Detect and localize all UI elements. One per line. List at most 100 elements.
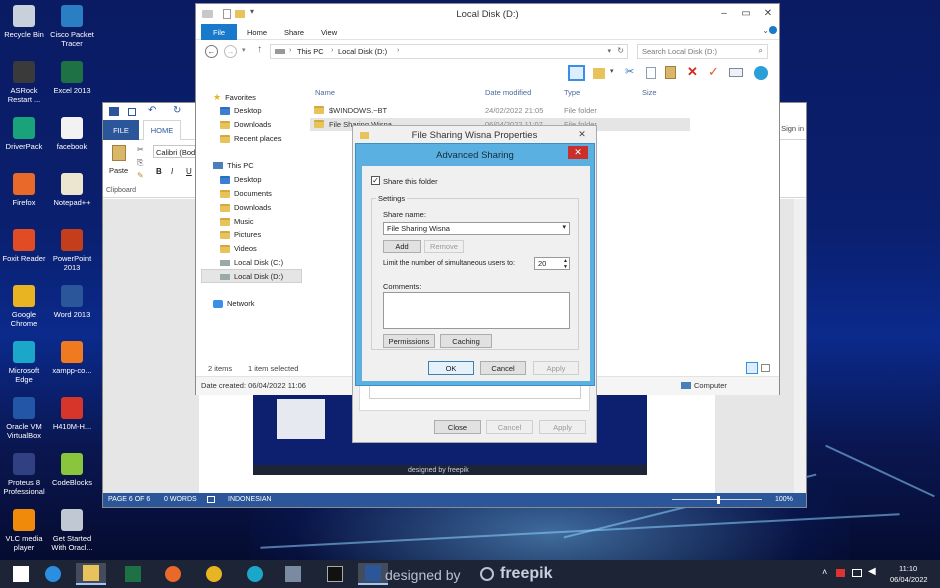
advanced-sharing-dialog[interactable]: Advanced Sharing ✕ ✓ Share this folder S… [355, 143, 595, 386]
word-tab-file[interactable]: FILE [103, 120, 139, 140]
desktop-icon[interactable]: Excel 2013 [48, 61, 96, 95]
column-size[interactable]: Size [642, 88, 657, 97]
recent-dropdown-icon[interactable]: ▾ [242, 46, 246, 54]
layout-icon[interactable] [568, 65, 585, 81]
tree-downloads-fav[interactable]: Downloads [220, 120, 271, 129]
search-icon[interactable]: ⌕ [759, 46, 763, 56]
advanced-close-button[interactable]: ✕ [568, 146, 588, 159]
taskbar-button[interactable] [38, 563, 68, 585]
share-folder-checkbox[interactable]: ✓ [371, 176, 380, 185]
desktop-icon[interactable]: Microsoft Edge [0, 341, 48, 384]
desktop-icon[interactable]: Proteus 8 Professional [0, 453, 48, 496]
details-view-button[interactable] [746, 362, 758, 374]
desktop-icon[interactable]: CodeBlocks [48, 453, 96, 487]
desktop-icon[interactable]: Foxit Reader [0, 229, 48, 263]
breadcrumb-this-pc[interactable]: This PC [297, 47, 324, 56]
desktop-icon[interactable]: facebook [48, 117, 96, 151]
caching-button[interactable]: Caching [440, 334, 492, 348]
desktop-icon[interactable]: Notepad++ [48, 173, 96, 207]
zoom-level[interactable]: 100% [775, 496, 793, 503]
sign-in-link[interactable]: Sign in [781, 124, 804, 133]
italic-button[interactable]: I [171, 167, 173, 176]
column-date[interactable]: Date modified [485, 88, 531, 97]
tree-pictures[interactable]: Pictures [220, 230, 261, 239]
tree-local-disk-d[interactable]: Local Disk (D:) [220, 272, 283, 281]
permissions-button[interactable]: Permissions [383, 334, 435, 348]
column-type[interactable]: Type [564, 88, 580, 97]
desktop-icon[interactable]: Recycle Bin [0, 5, 48, 39]
desktop-icon[interactable]: Word 2013 [48, 285, 96, 319]
taskbar-button[interactable] [199, 563, 229, 585]
tree-downloads[interactable]: Downloads [220, 203, 271, 212]
taskbar-button[interactable] [278, 563, 308, 585]
close-button[interactable]: ✕ [757, 4, 779, 22]
ribbon-expand-icon[interactable]: ⌄ [762, 26, 769, 35]
globe-icon[interactable] [754, 66, 768, 80]
maximize-button[interactable]: ▭ [735, 4, 757, 22]
refresh-icon[interactable]: ↻ [617, 46, 624, 55]
zoom-thumb[interactable] [717, 496, 720, 504]
tiles-view-button[interactable] [761, 364, 770, 372]
properties-close-icon[interactable]: ✕ [572, 127, 592, 141]
advanced-cancel-button[interactable]: Cancel [480, 361, 526, 375]
tray-chevron-icon[interactable]: ˄ [822, 567, 827, 577]
vertical-scrollbar[interactable] [794, 199, 806, 493]
minimize-button[interactable]: – [713, 4, 735, 22]
format-painter-icon[interactable]: ✎ [137, 171, 144, 180]
tree-this-pc[interactable]: This PC [213, 161, 254, 170]
tab-view[interactable]: View [321, 28, 337, 37]
taskbar-button[interactable] [6, 563, 36, 585]
address-bar[interactable]: › This PC › Local Disk (D:) › ▾ ↻ [270, 44, 628, 59]
cut-icon[interactable]: ✂ [137, 145, 144, 154]
tree-music[interactable]: Music [220, 217, 254, 226]
breadcrumb-local-disk[interactable]: Local Disk (D:) [338, 47, 387, 56]
up-button[interactable]: ↑ [257, 44, 262, 55]
properties-close-button[interactable]: Close [434, 420, 481, 434]
tray-flag-icon[interactable] [836, 569, 845, 577]
column-name[interactable]: Name [315, 88, 335, 97]
help-icon[interactable] [769, 26, 777, 34]
language-status[interactable]: INDONESIAN [228, 496, 272, 503]
table-row[interactable]: $WINDOWS.~BT 24/02/2022 21:05 File folde… [310, 104, 690, 117]
taskbar-button[interactable] [240, 563, 270, 585]
undo-icon[interactable]: ↶ [148, 105, 156, 116]
address-dropdown-icon[interactable]: ▾ [607, 47, 611, 55]
tree-local-disk-c[interactable]: Local Disk (C:) [220, 258, 283, 267]
desktop-icon[interactable]: Firefox [0, 173, 48, 207]
tree-desktop[interactable]: Desktop [220, 175, 262, 184]
chevron-down-icon[interactable]: ▾ [562, 223, 566, 231]
limit-users-value[interactable]: 20 [538, 259, 546, 268]
limit-users-spinner[interactable]: 20 ▲ ▼ [534, 257, 570, 270]
font-name-box[interactable]: Calibri (Bod [153, 145, 197, 158]
word-count[interactable]: 0 WORDS [164, 496, 197, 503]
desktop-icon[interactable]: ASRock Restart ... [0, 61, 48, 104]
copy-icon[interactable]: ⎘ [137, 158, 143, 168]
cut-icon[interactable]: ✂ [625, 65, 634, 78]
paste-icon[interactable] [112, 145, 126, 161]
desktop-icon[interactable]: Oracle VM VirtualBox [0, 397, 48, 440]
tab-share[interactable]: Share [284, 28, 304, 37]
tree-recent-places[interactable]: Recent places [220, 134, 282, 143]
word-tab-home[interactable]: HOME [143, 120, 181, 140]
desktop-icon[interactable]: Cisco Packet Tracer [48, 5, 96, 48]
remove-button[interactable]: Remove [424, 240, 464, 253]
desktop-icon[interactable]: DriverPack [0, 117, 48, 151]
properties-cancel-button[interactable]: Cancel [486, 420, 533, 434]
desktop-icon[interactable]: H410M-H... [48, 397, 96, 431]
advanced-apply-button[interactable]: Apply [533, 361, 579, 375]
taskbar-button[interactable] [76, 563, 106, 585]
desktop-icon[interactable]: xampp-co... [48, 341, 96, 375]
tray-network-icon[interactable] [852, 569, 862, 577]
page-count[interactable]: PAGE 6 OF 6 [108, 496, 150, 503]
underline-button[interactable]: U [186, 167, 192, 176]
comments-field[interactable] [383, 292, 570, 329]
dropdown-icon[interactable]: ▾ [610, 67, 614, 75]
search-input[interactable]: Search Local Disk (D:) [642, 47, 717, 56]
paste-button-label[interactable]: Paste [109, 166, 128, 175]
tree-network[interactable]: Network [213, 299, 255, 308]
tab-home[interactable]: Home [247, 28, 267, 37]
proofing-icon[interactable] [207, 496, 215, 503]
explorer-titlebar[interactable]: ▾ Local Disk (D:) – ▭ ✕ [196, 4, 779, 24]
desktop-icon[interactable]: VLC media player [0, 509, 48, 552]
tree-desktop-fav[interactable]: Desktop [220, 106, 262, 115]
